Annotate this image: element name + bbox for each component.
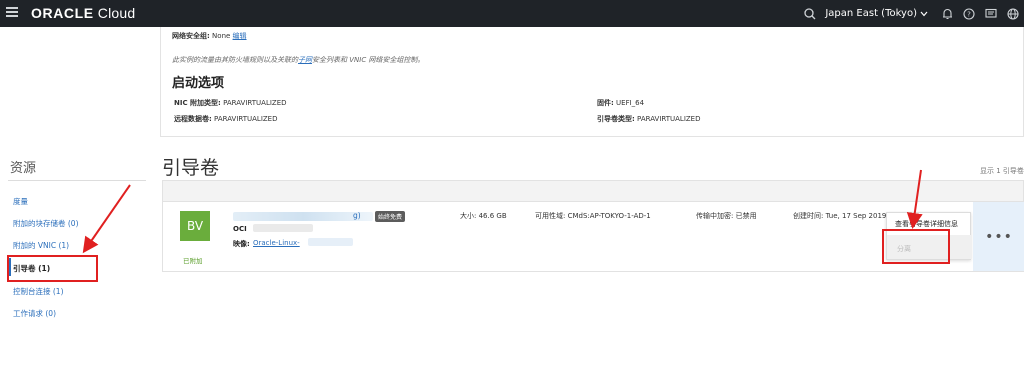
sidebar-item-console-connections[interactable]: 控制台连接 (1) xyxy=(13,286,64,297)
traffic-note-prefix: 此实例的流量由其防火墙规则以及关联的 xyxy=(172,56,298,64)
remote-volume-value: PARAVIRTUALIZED xyxy=(214,115,278,123)
chevron-down-icon xyxy=(920,11,928,16)
nsg-row: 网络安全组: None 编辑 xyxy=(172,31,247,41)
annotation-box-detach xyxy=(882,229,950,264)
boot-volume-icon: BV xyxy=(180,211,210,241)
region-label: Japan East (Tokyo) xyxy=(825,8,917,19)
svg-text:?: ? xyxy=(967,10,971,18)
sidebar-item-block-volumes[interactable]: 附加的块存储卷 (0) xyxy=(13,218,79,229)
image-link[interactable]: Oracle-Linux- xyxy=(253,239,300,247)
boot-volume-title: 引导卷 xyxy=(162,157,220,179)
nic-label: NIC 附加类型: xyxy=(174,99,221,107)
search-icon[interactable] xyxy=(799,0,821,27)
actions-kebab-icon[interactable]: ••• xyxy=(973,202,1024,271)
globe-icon[interactable] xyxy=(1002,0,1024,27)
instance-details-card xyxy=(160,27,1024,137)
image-name-redacted xyxy=(308,238,353,246)
nic-row: NIC 附加类型: PARAVIRTUALIZED xyxy=(174,98,287,108)
oracle-cloud-logo[interactable]: ORACLE Cloud xyxy=(31,5,135,21)
sidebar-item-work-requests[interactable]: 工作请求 (0) xyxy=(13,308,56,319)
table-header xyxy=(162,180,1024,202)
nic-value: PARAVIRTUALIZED xyxy=(223,99,287,107)
boot-volume-count: 显示 1 引导卷 xyxy=(980,167,1024,175)
remote-volume-row: 远程数据卷: PARAVIRTUALIZED xyxy=(174,114,278,124)
sidebar-item-vnics[interactable]: 附加的 VNIC (1) xyxy=(13,240,69,251)
boot-volume-type-label: 引导卷类型: xyxy=(597,115,635,123)
traffic-note-suffix: 安全列表和 VNIC 网络安全组控制。 xyxy=(312,56,425,64)
region-selector[interactable]: Japan East (Tokyo) xyxy=(825,8,928,19)
boot-volume-name-link[interactable]: g) xyxy=(353,211,361,220)
created-time-field: 创建时间: Tue, 17 Sep 2019 xyxy=(793,212,887,220)
annotation-arrow-left xyxy=(82,184,131,254)
logo-brand: ORACLE xyxy=(31,5,94,21)
resources-title: 资源 xyxy=(10,161,37,176)
boot-volume-name-redacted[interactable] xyxy=(233,212,373,221)
annotation-box-sidebar xyxy=(7,255,98,282)
size-field: 大小: 46.6 GB xyxy=(460,212,507,220)
image-label: 映像: xyxy=(233,240,250,248)
launch-options-title: 启动选项 xyxy=(172,76,225,91)
firmware-row: 固件: UEFI_64 xyxy=(597,98,644,108)
traffic-note: 此实例的流量由其防火墙规则以及关联的子网安全列表和 VNIC 网络安全组控制。 xyxy=(172,55,424,65)
resources-divider xyxy=(8,180,146,181)
nsg-value: None xyxy=(212,32,231,40)
help-icon[interactable]: ? xyxy=(958,0,980,27)
boot-volume-type-value: PARAVIRTUALIZED xyxy=(637,115,701,123)
view-boot-volume-details-item[interactable]: 查看引导卷详细信息 xyxy=(895,219,958,229)
sidebar-item-metrics[interactable]: 度量 xyxy=(13,196,28,207)
ocid-value-redacted xyxy=(253,224,313,232)
chat-icon[interactable] xyxy=(980,0,1002,27)
always-free-badge: 始终免费 xyxy=(375,211,406,222)
nsg-edit-link[interactable]: 编辑 xyxy=(233,32,247,40)
nsg-label: 网络安全组: xyxy=(172,32,210,40)
remote-volume-label: 远程数据卷: xyxy=(174,115,212,123)
in-transit-encryption-field: 传输中加密: 已禁用 xyxy=(696,212,757,220)
firmware-label: 固件: xyxy=(597,99,614,107)
boot-volume-type-row: 引导卷类型: PARAVIRTUALIZED xyxy=(597,114,701,124)
subnet-link[interactable]: 子网 xyxy=(298,56,312,64)
logo-product: Cloud xyxy=(93,5,136,21)
firmware-value: UEFI_64 xyxy=(616,99,645,107)
hamburger-menu-icon[interactable] xyxy=(6,7,18,19)
bell-icon[interactable] xyxy=(936,0,958,27)
attachment-status: 已附加 xyxy=(183,257,203,265)
top-navigation-bar: ORACLE Cloud Japan East (Tokyo) ? xyxy=(0,0,1024,27)
availability-domain-field: 可用性域: CMdS:AP-TOKYO-1-AD-1 xyxy=(535,212,651,220)
ocid-label: OCI xyxy=(233,225,247,233)
